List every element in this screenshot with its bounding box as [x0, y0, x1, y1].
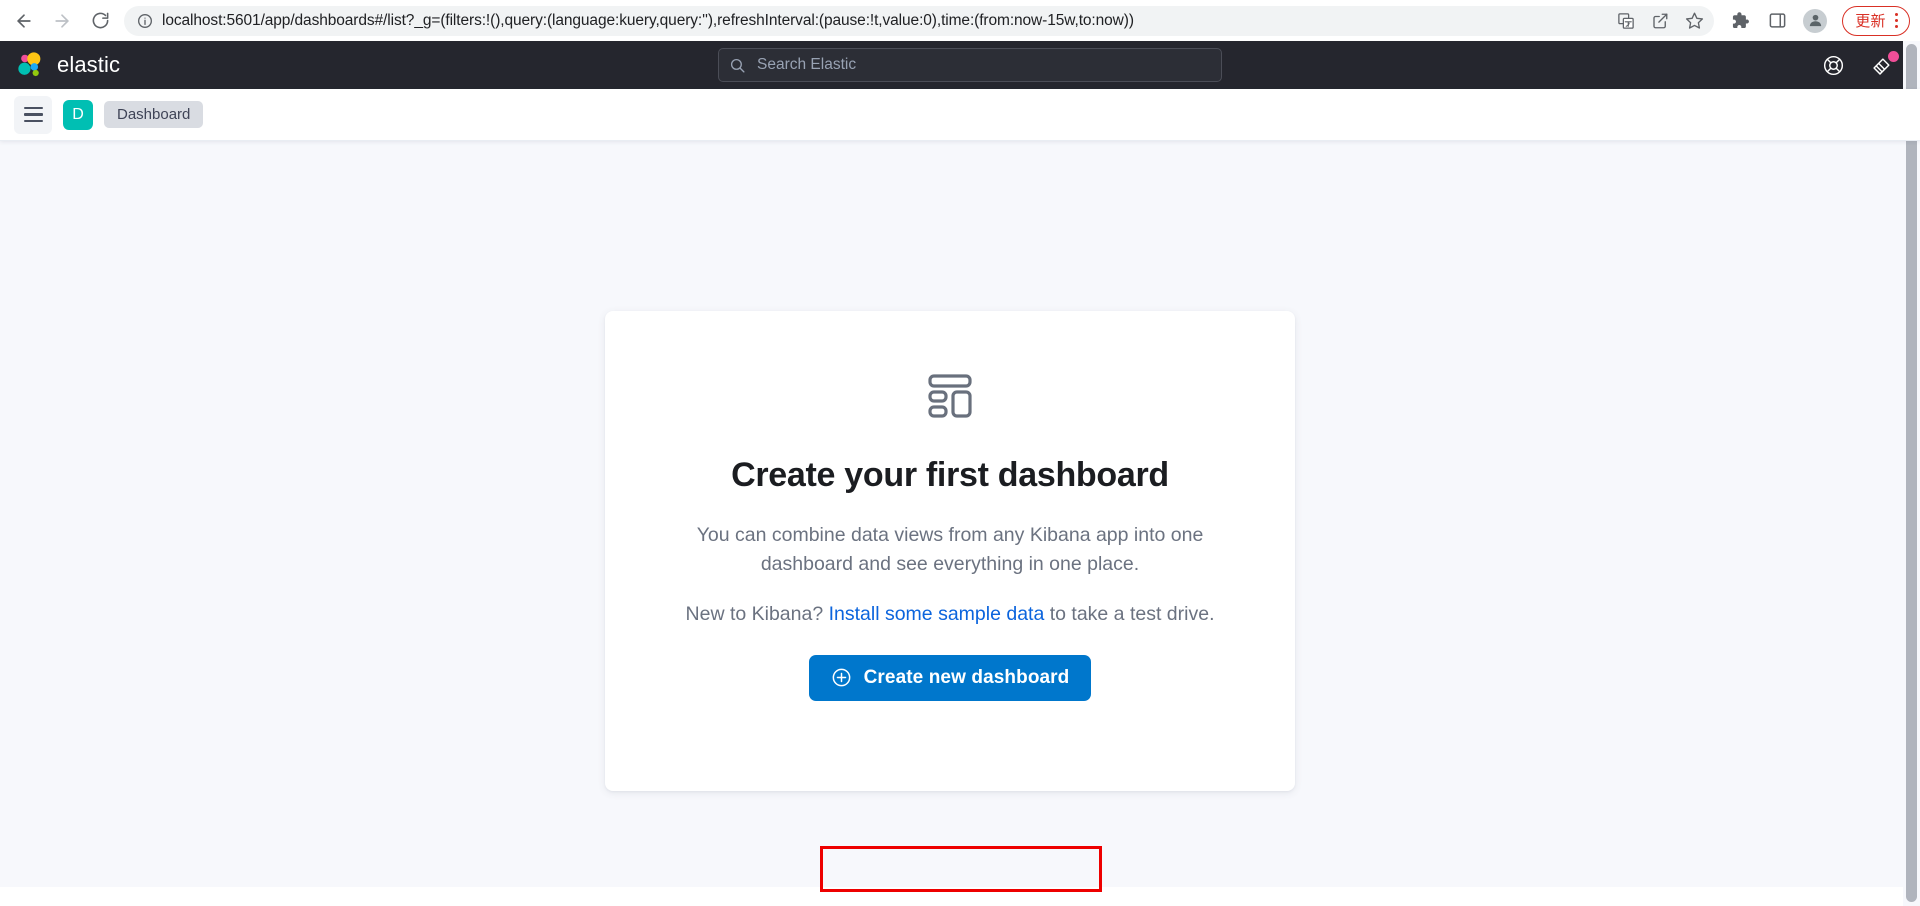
browser-nav-buttons — [6, 3, 118, 39]
elastic-global-header: elastic Search Elastic — [0, 41, 1920, 89]
side-panel-button[interactable] — [1760, 4, 1794, 38]
prompt-prefix: New to Kibana? — [685, 603, 829, 626]
notification-dot — [1888, 50, 1899, 62]
plus-circle-icon — [831, 667, 852, 688]
kebab-menu-icon[interactable] — [1890, 13, 1903, 28]
empty-state-card: Create your first dashboard You can comb… — [605, 311, 1295, 791]
profile-button[interactable] — [1798, 4, 1832, 38]
hamburger-menu-icon[interactable] — [14, 95, 52, 134]
cta-row: Create new dashboard — [605, 654, 1295, 701]
share-icon[interactable] — [1651, 12, 1669, 30]
app-badge[interactable]: D — [63, 99, 93, 130]
brand-name: elastic — [57, 52, 121, 77]
browser-toolbar: localhost:5601/app/dashboards#/list?_g=(… — [0, 0, 1920, 41]
address-bar[interactable]: localhost:5601/app/dashboards#/list?_g=(… — [124, 5, 1715, 36]
brand-area[interactable]: elastic — [16, 50, 120, 80]
back-button[interactable] — [6, 3, 42, 39]
back-arrow-icon — [17, 13, 31, 28]
reload-button[interactable] — [82, 3, 118, 39]
search-icon — [729, 57, 746, 74]
page-scrollbar-track[interactable] — [1903, 41, 1920, 906]
reload-icon — [92, 12, 108, 29]
profile-avatar-icon — [1803, 8, 1828, 33]
dashboard-layout-icon — [922, 369, 978, 430]
help-lifebuoy-icon[interactable] — [1822, 54, 1845, 77]
forward-button[interactable] — [44, 3, 80, 39]
install-sample-data-link[interactable]: Install some sample data — [829, 603, 1045, 625]
create-new-dashboard-label: Create new dashboard — [863, 666, 1070, 688]
translate-icon[interactable] — [1617, 12, 1635, 30]
forward-arrow-icon — [55, 13, 69, 28]
card-description: You can combine data views from any Kiba… — [696, 524, 1204, 575]
global-search-box[interactable]: Search Elastic — [718, 48, 1222, 82]
update-button[interactable]: 更新 — [1842, 5, 1910, 36]
global-search[interactable]: Search Elastic — [718, 48, 1222, 82]
announcement-megaphone-icon[interactable] — [1871, 50, 1899, 77]
highlight-annotation-rectangle — [820, 846, 1102, 892]
extensions-button[interactable] — [1722, 4, 1756, 38]
sample-data-prompt: New to Kibana? Install some sample data … — [685, 600, 1215, 629]
browser-action-icons: 更新 — [1722, 4, 1910, 38]
prompt-suffix: to take a test drive. — [1044, 603, 1215, 626]
app-subheader: D Dashboard — [0, 89, 1920, 141]
page-root: localhost:5601/app/dashboards#/list?_g=(… — [0, 0, 1920, 906]
update-button-label: 更新 — [1855, 13, 1886, 30]
url-text: localhost:5601/app/dashboards#/list?_g=(… — [162, 11, 1134, 29]
create-new-dashboard-button[interactable]: Create new dashboard — [808, 654, 1092, 701]
address-bar-icons — [1617, 6, 1704, 36]
extensions-puzzle-icon — [1732, 12, 1749, 29]
global-search-placeholder: Search Elastic — [757, 56, 857, 73]
breadcrumb[interactable]: Dashboard — [104, 101, 204, 128]
elastic-logo-icon — [18, 52, 41, 77]
site-info-icon[interactable] — [137, 13, 153, 29]
page-scrollbar-thumb[interactable] — [1906, 44, 1917, 902]
page-title: Create your first dashboard — [731, 456, 1169, 494]
bookmark-star-icon[interactable] — [1685, 11, 1704, 30]
side-panel-icon — [1769, 13, 1786, 28]
header-right-actions — [1822, 50, 1902, 77]
main-content: Create your first dashboard You can comb… — [0, 141, 1920, 892]
